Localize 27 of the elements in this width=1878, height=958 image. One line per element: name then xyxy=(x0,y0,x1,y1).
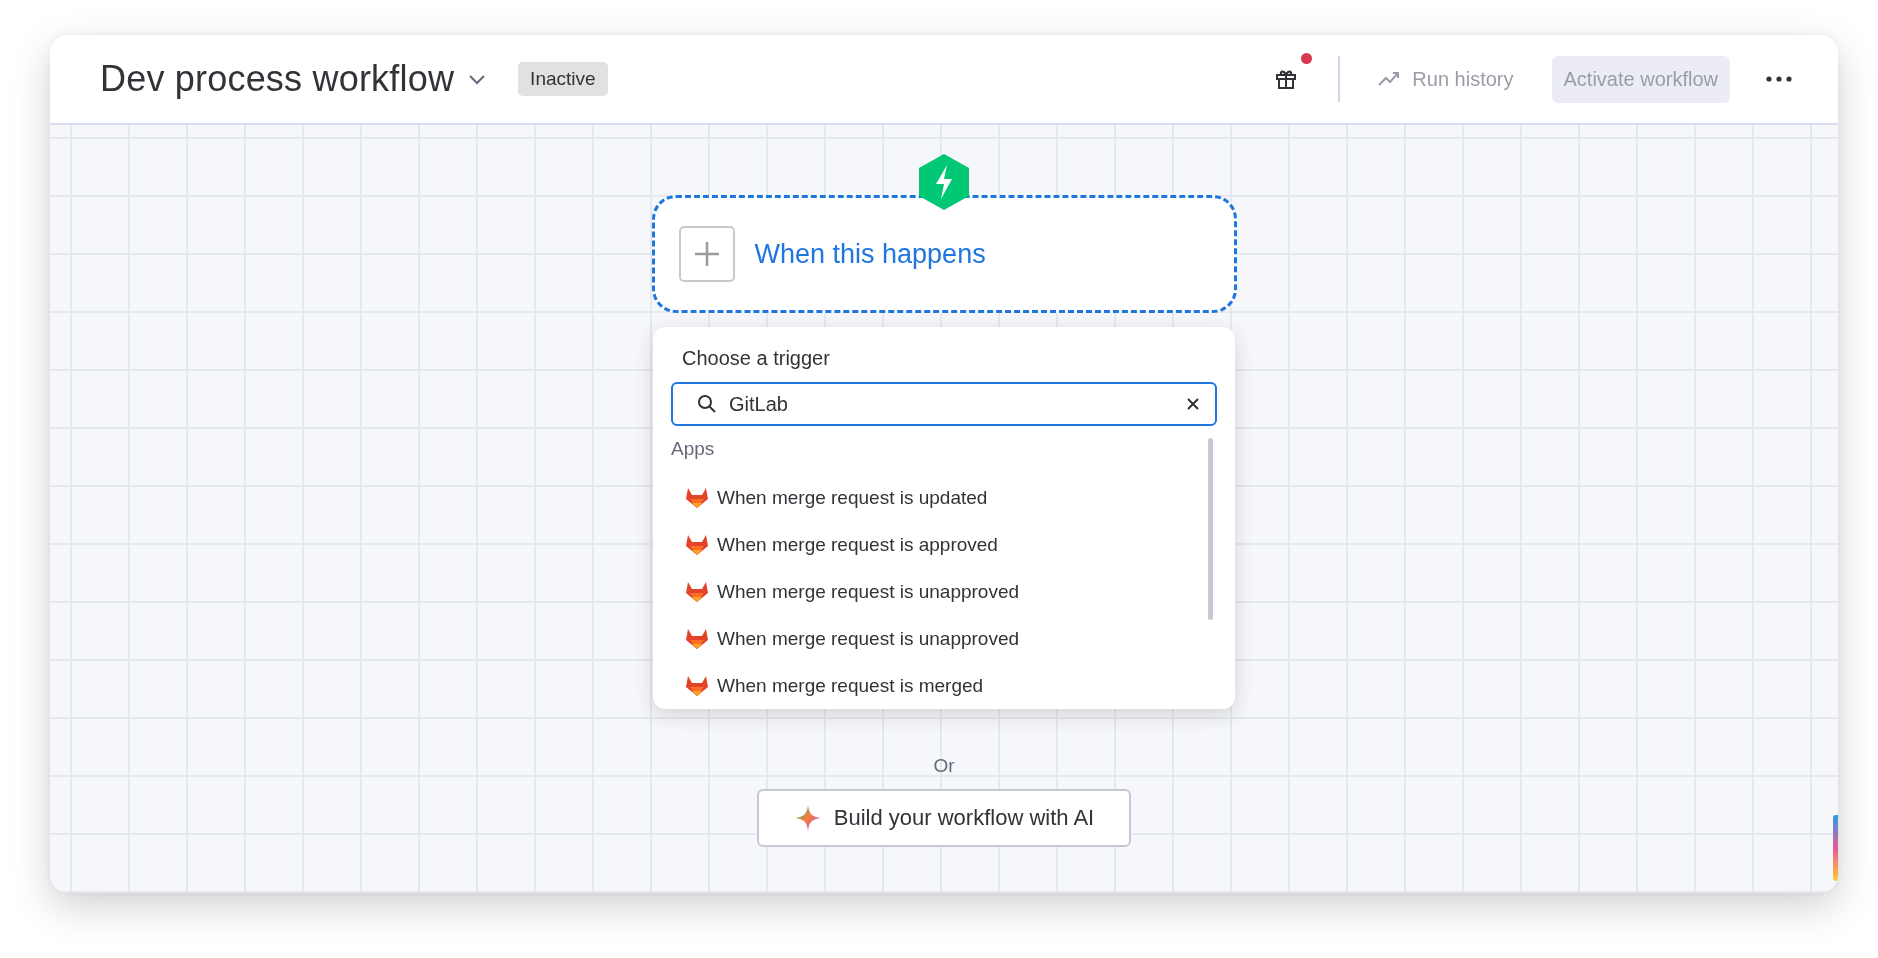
fox-icon xyxy=(685,627,709,650)
trigger-option[interactable]: When merge request is unapproved xyxy=(671,615,1208,662)
trigger-option[interactable]: When merge request is unapproved xyxy=(671,568,1208,615)
trigger-option[interactable]: When merge request is merged xyxy=(671,662,1208,709)
fox-icon xyxy=(685,674,709,697)
trigger-card-label: When this happens xyxy=(754,238,986,270)
scrollbar[interactable] xyxy=(1208,438,1213,620)
trigger-card[interactable]: When this happens xyxy=(651,195,1237,313)
search-field[interactable]: GitLab xyxy=(727,391,1173,417)
trigger-option[interactable]: When merge request is updated xyxy=(671,474,1208,521)
fox-icon xyxy=(685,580,709,603)
section-label: Apps xyxy=(671,438,715,460)
lightning-hexagon-icon xyxy=(917,153,971,211)
or-label: Or xyxy=(933,755,955,777)
more-icon xyxy=(1766,76,1792,82)
picker-title: Choose a trigger xyxy=(681,347,831,370)
add-trigger-icon[interactable] xyxy=(678,226,735,282)
chevron-down-icon[interactable] xyxy=(468,73,487,85)
workflow-title: Dev process workflow xyxy=(100,58,455,100)
gradient-side-tab[interactable] xyxy=(1833,815,1838,881)
build-with-ai-button[interactable]: Build your workflow with AI xyxy=(757,789,1131,847)
fox-icon xyxy=(685,486,709,509)
fox-icon xyxy=(685,533,709,556)
trigger-option[interactable]: When merge request is approved xyxy=(671,521,1208,568)
search-bar[interactable]: GitLab xyxy=(671,382,1217,426)
status-badge: Inactive xyxy=(518,62,608,96)
search-icon xyxy=(697,394,717,414)
